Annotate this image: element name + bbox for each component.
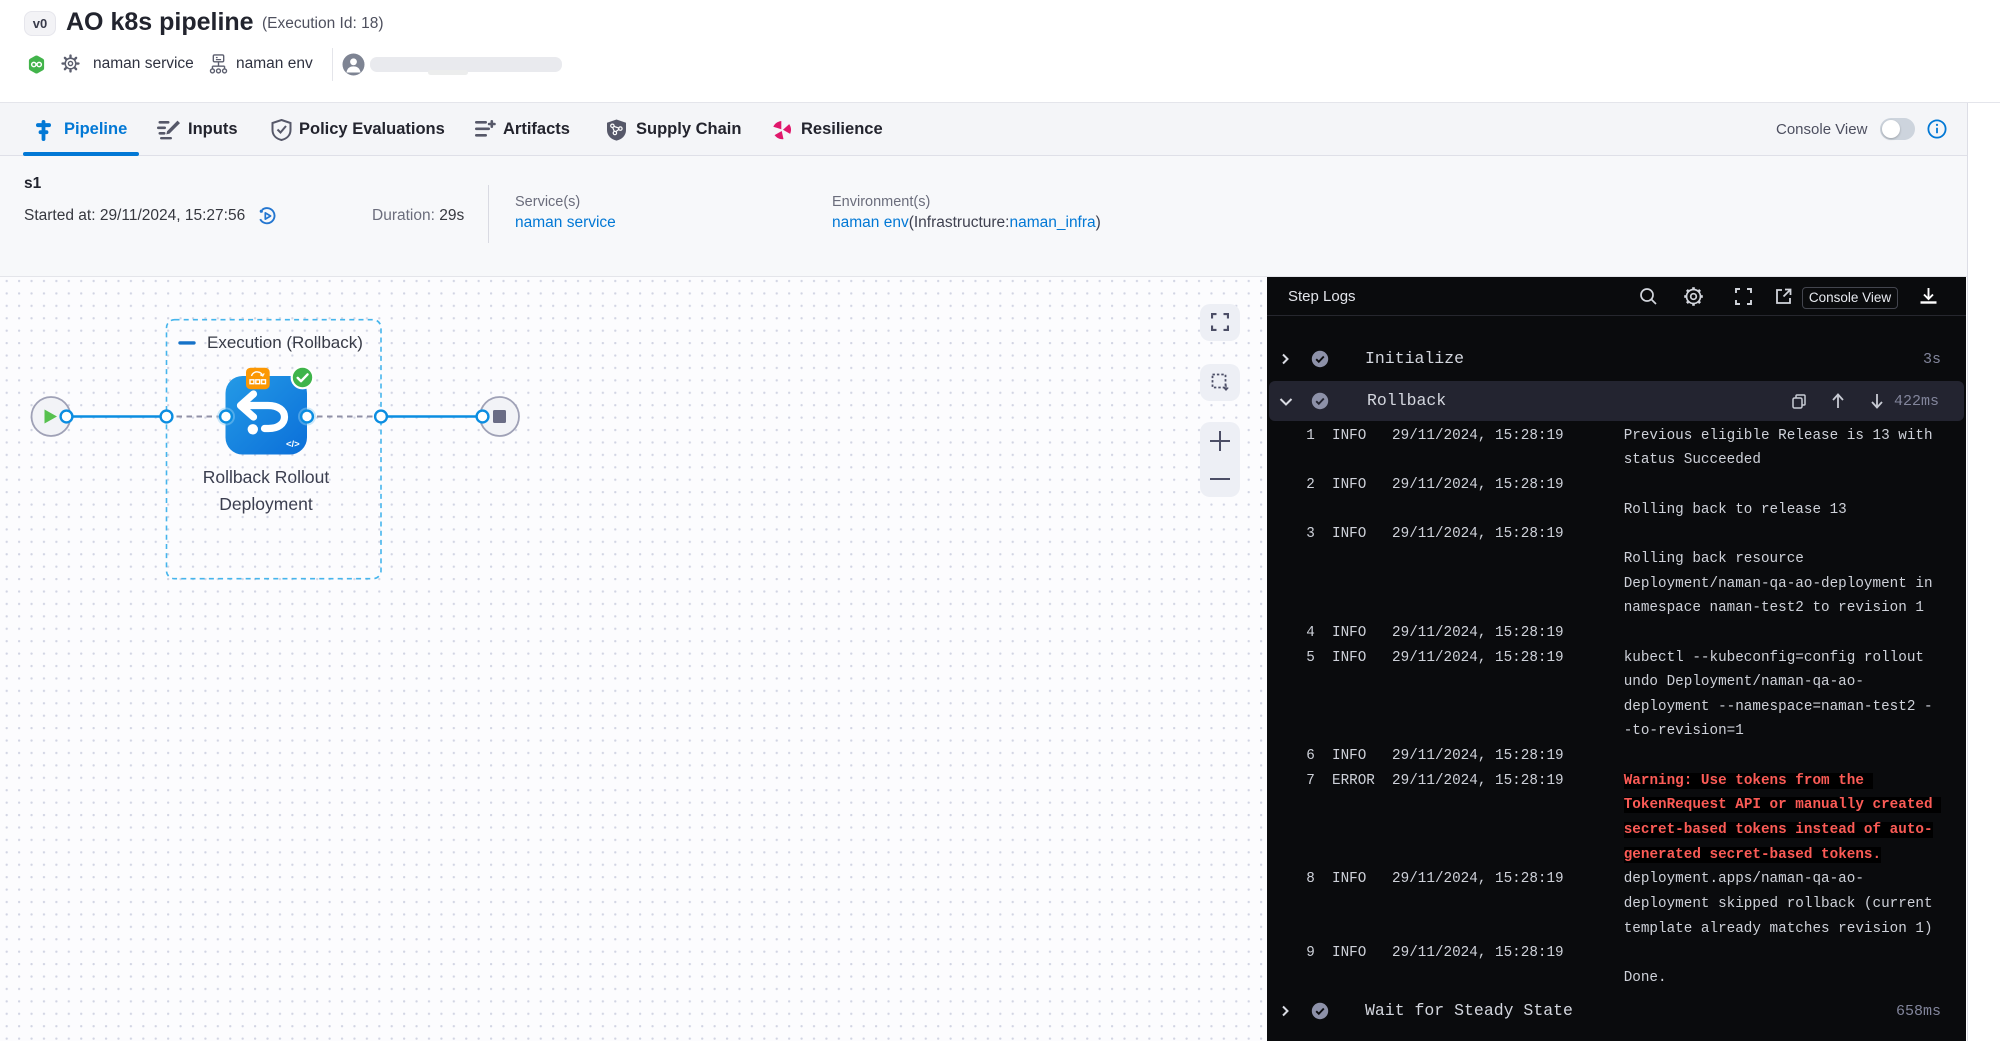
svg-text:</>: </> — [286, 439, 300, 450]
